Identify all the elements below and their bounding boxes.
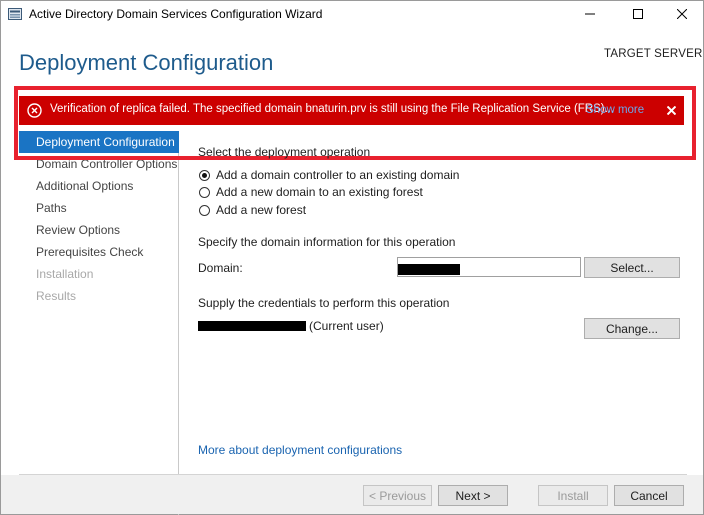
next-button[interactable]: Next > <box>438 485 508 506</box>
radio-option-new-domain[interactable]: Add a new domain to an existing forest <box>199 184 423 200</box>
radio-button[interactable] <box>199 186 210 198</box>
cancel-button[interactable]: Cancel <box>614 485 684 506</box>
radio-button-selected[interactable] <box>199 169 210 181</box>
current-user-label: (Current user) <box>309 319 384 333</box>
error-message: Verification of replica failed. The spec… <box>50 103 615 115</box>
minimize-button[interactable] <box>567 1 613 27</box>
wizard-window: Active Directory Domain Services Configu… <box>0 0 704 515</box>
radio-label: Add a domain controller to an existing d… <box>216 168 460 182</box>
radio-label: Add a new domain to an existing forest <box>216 185 423 199</box>
wizard-sidebar: Deployment Configuration Domain Controll… <box>19 131 179 515</box>
install-button[interactable]: Install <box>538 485 608 506</box>
close-window-button[interactable] <box>659 1 704 27</box>
error-banner: Verification of replica failed. The spec… <box>19 96 684 125</box>
domain-label: Domain: <box>198 261 243 275</box>
radio-button[interactable] <box>199 204 210 216</box>
page-title: Deployment Configuration <box>19 50 274 75</box>
redacted-domain-value <box>398 264 460 275</box>
redacted-username <box>198 321 306 331</box>
sidebar-item-results: Results <box>36 289 77 303</box>
show-more-link[interactable]: Show more <box>586 104 644 116</box>
window-title: Active Directory Domain Services Configu… <box>29 7 323 21</box>
sidebar-item-review-options[interactable]: Review Options <box>19 219 179 241</box>
maximize-button[interactable] <box>615 1 661 27</box>
sidebar-item-prerequisites-check[interactable]: Prerequisites Check <box>19 241 179 263</box>
error-circle-x-icon <box>27 103 42 118</box>
domain-input[interactable] <box>397 257 581 277</box>
radio-option-new-forest[interactable]: Add a new forest <box>199 202 306 218</box>
change-button[interactable]: Change... <box>584 318 680 339</box>
sidebar-item-installation: Installation <box>36 267 94 281</box>
credentials-heading: Supply the credentials to perform this o… <box>198 296 450 310</box>
title-bar[interactable]: Active Directory Domain Services Configu… <box>1 1 703 27</box>
close-icon <box>666 105 676 115</box>
sidebar-item-additional-options[interactable]: Additional Options <box>19 175 179 197</box>
radio-option-existing-domain[interactable]: Add a domain controller to an existing d… <box>199 167 459 183</box>
radio-label: Add a new forest <box>216 203 307 217</box>
close-icon <box>677 9 687 19</box>
server-manager-icon <box>8 8 22 20</box>
target-server-label: TARGET SERVER <box>604 48 703 60</box>
sidebar-item-domain-controller-options[interactable]: Domain Controller Options <box>19 153 179 175</box>
select-button[interactable]: Select... <box>584 257 680 278</box>
previous-button[interactable]: < Previous <box>363 485 432 506</box>
more-about-deployment-link[interactable]: More about deployment configurations <box>198 443 402 457</box>
minimize-icon <box>585 13 595 15</box>
domain-info-heading: Specify the domain information for this … <box>198 235 456 249</box>
dismiss-error-button[interactable] <box>663 102 679 118</box>
sidebar-item-paths[interactable]: Paths <box>19 197 179 219</box>
operation-heading: Select the deployment operation <box>198 145 371 159</box>
sidebar-item-deployment-configuration[interactable]: Deployment Configuration <box>19 131 179 153</box>
maximize-icon <box>633 9 643 19</box>
